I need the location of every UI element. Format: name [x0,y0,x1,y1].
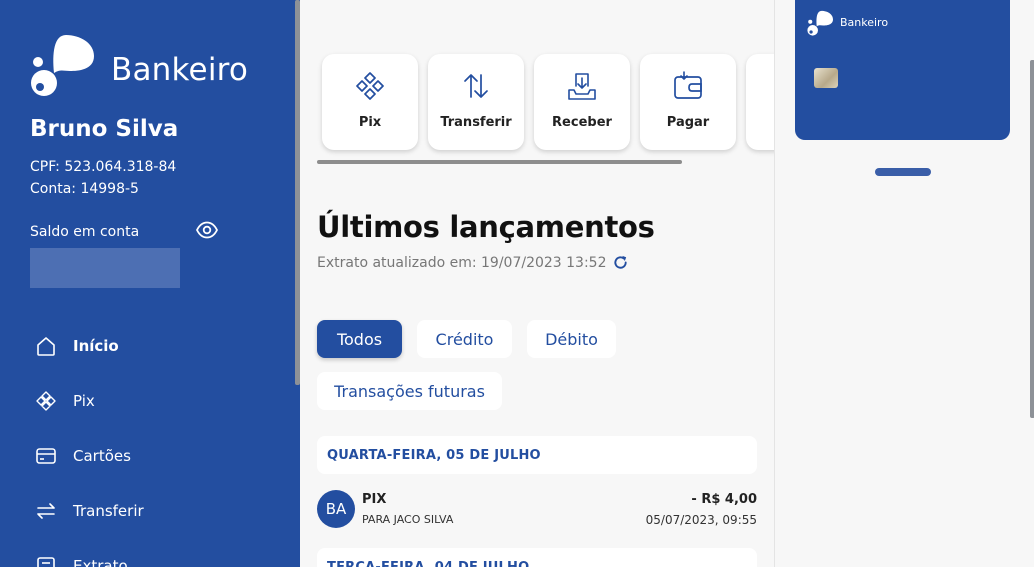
filter-transacoes-futuras[interactable]: Transações futuras [317,372,502,410]
card-brand: Bankeiro [840,16,889,29]
right-scrollbar[interactable] [1030,60,1034,418]
main-content: Pix Transferir Receber Pagar Últimos lan… [300,0,774,567]
sidebar-item-pix[interactable]: Pix [34,388,95,414]
quick-action-label: Pagar [666,115,710,130]
quick-action-label: Pix [358,115,382,130]
right-panel: Bankeiro [774,0,1034,567]
sidebar-item-label: Extrato [73,557,128,567]
transfer-icon [464,74,488,98]
user-account: Conta: 14998-5 [30,181,139,197]
bank-card[interactable]: Bankeiro [795,0,1010,140]
sidebar-item-cartoes[interactable]: Cartões [34,443,131,469]
quick-action-receber[interactable]: Receber [534,54,630,150]
carousel-indicator[interactable] [875,168,931,176]
sidebar-item-inicio[interactable]: Início [34,333,119,359]
quick-action-pagar[interactable]: Pagar [640,54,736,150]
card-icon [34,444,58,468]
filter-todos[interactable]: Todos [317,320,402,358]
receive-icon [568,73,596,100]
balance-label: Saldo em conta [30,224,140,240]
filter-debito[interactable]: Débito [527,320,616,358]
wallet-icon [674,71,702,99]
transaction-type: PIX [362,492,387,507]
day-header: TERÇA-FEIRA, 04 DE JULHO [317,548,757,567]
sidebar-item-label: Início [73,337,119,355]
pix-icon [356,72,384,100]
eye-icon[interactable] [196,221,218,239]
sidebar-item-label: Cartões [73,447,131,465]
brand-name: Bankeiro [111,52,249,88]
sidebar-item-extrato[interactable]: Extrato [34,553,128,567]
transaction-row[interactable]: BA PIX PARA JACO SILVA - R$ 4,00 05/07/2… [317,484,757,532]
home-icon [34,334,58,358]
quick-action-label: Transferir [440,115,512,130]
transfer-arrows-icon [34,499,58,523]
quick-action-label: Receber [552,115,612,130]
day-header: QUARTA-FEIRA, 05 DE JULHO [317,436,757,474]
transaction-description: PARA JACO SILVA [362,513,454,526]
quick-action-more[interactable] [746,54,774,150]
page-title: Últimos lançamentos [317,210,655,244]
sidebar-item-transferir[interactable]: Transferir [34,498,144,524]
user-cpf: CPF: 523.064.318-84 [30,159,177,175]
balance-hidden-box [30,248,180,288]
user-name: Bruno Silva [30,116,179,142]
bankeiro-logo-icon [31,35,94,96]
pix-icon [34,389,58,413]
card-chip-icon [814,68,838,88]
sidebar-item-label: Transferir [73,502,144,520]
refresh-icon[interactable] [612,254,629,271]
quick-action-pix[interactable]: Pix [322,54,418,150]
bankeiro-logo-icon [807,10,833,36]
transaction-amount: - R$ 4,00 [691,492,757,507]
transaction-datetime: 05/07/2023, 09:55 [645,513,757,527]
statement-icon [34,554,58,567]
sidebar: Bankeiro Bruno Silva CPF: 523.064.318-84… [0,0,300,567]
quick-actions-scrollbar[interactable] [317,160,682,164]
filter-credito[interactable]: Crédito [417,320,512,358]
sidebar-item-label: Pix [73,392,95,410]
quick-action-transferir[interactable]: Transferir [428,54,524,150]
statement-updated-text: Extrato atualizado em: 19/07/2023 13:52 [317,255,607,271]
avatar: BA [317,490,355,528]
